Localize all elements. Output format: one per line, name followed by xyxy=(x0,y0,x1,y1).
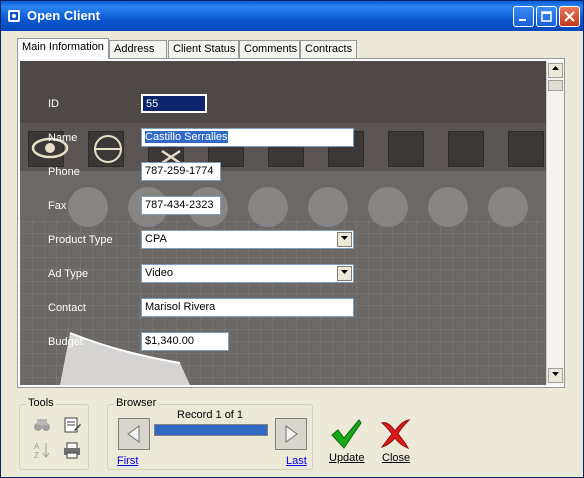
last-record-button[interactable] xyxy=(275,418,307,450)
red-x-icon xyxy=(380,419,411,449)
close-window-button[interactable] xyxy=(559,6,580,27)
tab-client-status[interactable]: Client Status xyxy=(168,40,239,58)
contact-label: Contact xyxy=(48,302,86,314)
product-type-value: CPA xyxy=(145,233,167,245)
product-type-label: Product Type xyxy=(48,234,113,246)
print-button[interactable] xyxy=(62,440,82,460)
close-icon xyxy=(564,11,575,22)
arrow-down-icon xyxy=(552,372,559,376)
maximize-icon xyxy=(541,11,552,22)
svg-text:Z: Z xyxy=(34,451,39,460)
app-icon xyxy=(8,10,20,22)
window-title: Open Client xyxy=(27,8,100,23)
open-client-window: Open Client Main Information Address Cli… xyxy=(0,0,584,478)
edit-record-button[interactable] xyxy=(62,415,82,435)
ad-type-select[interactable]: Video xyxy=(141,264,354,283)
background-circle xyxy=(248,187,288,227)
phone-label: Phone xyxy=(48,166,80,178)
sort-button[interactable]: AZ xyxy=(32,440,52,460)
name-field[interactable]: Castillo Serralles xyxy=(141,128,354,147)
scroll-up-button[interactable] xyxy=(548,63,563,78)
ad-type-value: Video xyxy=(145,267,173,279)
background-circle xyxy=(488,187,528,227)
budget-label: Budget xyxy=(48,336,83,348)
close-button[interactable] xyxy=(378,417,412,451)
background-circle xyxy=(308,187,348,227)
theta-icon xyxy=(94,135,122,163)
arrow-up-icon xyxy=(552,66,559,70)
id-label: ID xyxy=(48,98,59,110)
ad-type-dropdown-button[interactable] xyxy=(337,266,352,281)
background-square xyxy=(508,131,544,167)
contact-field[interactable]: Marisol Rivera xyxy=(141,298,354,317)
budget-field[interactable]: $1,340.00 xyxy=(141,332,229,351)
record-counter: Record 1 of 1 xyxy=(177,409,244,421)
scroll-down-button[interactable] xyxy=(548,368,563,383)
arrow-left-icon xyxy=(127,425,140,443)
checkmark-icon xyxy=(331,419,362,449)
tools-group-label: Tools xyxy=(26,397,56,409)
scrollbar-thumb[interactable] xyxy=(548,80,563,91)
update-button[interactable] xyxy=(329,417,367,451)
tab-address[interactable]: Address xyxy=(109,40,167,58)
first-link[interactable]: First xyxy=(117,455,138,467)
tab-main-information[interactable]: Main Information xyxy=(17,38,109,59)
minimize-button[interactable] xyxy=(513,6,534,27)
ad-type-label: Ad Type xyxy=(48,268,89,280)
tab-comments[interactable]: Comments xyxy=(239,40,300,58)
background-square xyxy=(448,131,484,167)
background-top-band xyxy=(20,61,546,123)
record-progress-fill xyxy=(155,425,267,435)
find-button[interactable] xyxy=(32,415,52,435)
browser-group-label: Browser xyxy=(114,397,159,409)
form-area xyxy=(20,61,546,385)
printer-icon xyxy=(64,442,80,459)
maximize-button[interactable] xyxy=(536,6,557,27)
record-progress-bar xyxy=(154,424,268,436)
first-record-button[interactable] xyxy=(118,418,150,450)
background-circle xyxy=(368,187,408,227)
name-value: Castillo Serralles xyxy=(145,131,228,143)
tools-group xyxy=(19,404,89,470)
arrow-right-icon xyxy=(285,425,298,443)
svg-text:A: A xyxy=(34,442,40,451)
minimize-icon xyxy=(519,19,526,21)
background-circle xyxy=(68,187,108,227)
fax-label: Fax xyxy=(48,200,67,212)
chevron-down-icon xyxy=(341,270,348,274)
last-link[interactable]: Last xyxy=(286,455,307,467)
background-square xyxy=(388,131,424,167)
name-label: Name xyxy=(48,132,78,144)
background-circle xyxy=(428,187,468,227)
chevron-down-icon xyxy=(341,236,348,240)
tab-contracts[interactable]: Contracts xyxy=(300,40,357,58)
fax-field[interactable]: 787-434-2323 xyxy=(141,196,221,215)
vertical-scrollbar[interactable] xyxy=(546,62,564,385)
form-edit-icon xyxy=(64,417,81,433)
sort-az-icon: AZ xyxy=(34,442,50,460)
title-bar[interactable]: Open Client xyxy=(1,1,583,31)
phone-field[interactable]: 787-259-1774 xyxy=(141,162,221,181)
product-type-select[interactable]: CPA xyxy=(141,230,354,249)
product-type-dropdown-button[interactable] xyxy=(337,232,352,247)
close-label[interactable]: Close xyxy=(382,452,410,464)
id-field[interactable]: 55 xyxy=(141,94,207,113)
update-label[interactable]: Update xyxy=(329,452,364,464)
binoculars-icon xyxy=(34,419,50,431)
